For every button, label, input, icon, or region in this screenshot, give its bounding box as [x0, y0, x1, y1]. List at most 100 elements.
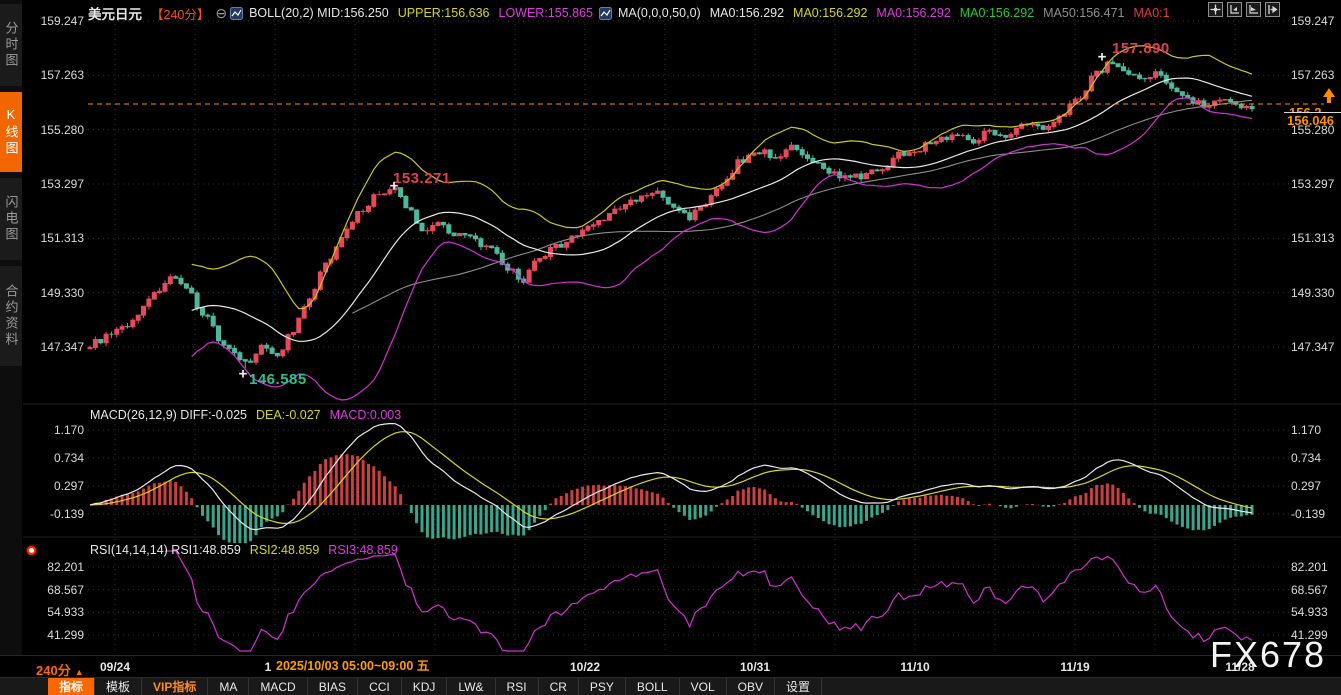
macd-axis-label: 0.297 — [1291, 479, 1341, 493]
header-label: BOLL(20,2) MID:156.250 — [249, 6, 389, 20]
header-label: 【240分】 — [151, 4, 209, 23]
axis-arrow-left-icon — [1229, 4, 1240, 15]
date-axis-label: 10/31 — [740, 660, 770, 674]
toolbar-item-VIP指标[interactable]: VIP指标 — [141, 678, 207, 695]
date-axis: 240分▲ 2025/10/03 05:00~09:00 五 09/241131… — [0, 655, 1341, 678]
swing-price-annotation: 153.271 — [393, 170, 451, 187]
date-axis-label: 11/19 — [1060, 660, 1089, 674]
header-label: MA0:156.292 — [710, 6, 784, 20]
swing-cross-marker: + — [239, 367, 248, 382]
chart-window-buttons — [1208, 2, 1280, 17]
chart-canvas[interactable] — [0, 0, 1341, 695]
move-crosshair-icon — [1210, 4, 1221, 15]
price-axis-label: 159.247 — [28, 14, 84, 28]
header-label: MACD:0.003 — [330, 408, 402, 422]
date-axis-label: 1 — [265, 660, 272, 674]
compress-left-button[interactable] — [1227, 2, 1242, 17]
price-axis-label: 147.347 — [1291, 340, 1341, 354]
rsi-axis-label: 68.567 — [1291, 583, 1341, 597]
header-label: RSI3:48.859 — [328, 543, 398, 557]
sidebar-tab-2[interactable]: K线图 — [0, 92, 22, 172]
toolbar-item-BOLL[interactable]: BOLL — [625, 678, 679, 695]
rsi-axis-label: 54.933 — [1291, 605, 1341, 619]
price-axis-label: 157.263 — [28, 68, 84, 82]
header-label: 美元日元 — [88, 3, 142, 23]
main-indicator-header: 美元日元【240分】 ⊖ BOLL(20,2) MID:156.250 UPPER:1… — [88, 3, 1170, 23]
macd-axis-label: 0.734 — [28, 451, 84, 465]
header-label: MA0:156.292 — [793, 6, 867, 20]
swing-cross-marker: + — [390, 179, 399, 194]
price-axis-label: 149.330 — [1291, 286, 1341, 300]
header-label: DEA:-0.027 — [256, 408, 321, 422]
toolbar-item-设置[interactable]: 设置 — [774, 678, 822, 695]
record-dot-icon — [27, 546, 36, 555]
price-axis-label: 157.263 — [1291, 68, 1341, 82]
candle-date-tooltip: 2025/10/03 05:00~09:00 五 — [272, 657, 433, 676]
toolbar-item-KDJ[interactable]: KDJ — [401, 678, 447, 695]
macd-axis-label: -0.139 — [28, 507, 84, 521]
indicator-chip-icon — [599, 7, 612, 20]
macd-axis-label: 0.297 — [28, 479, 84, 493]
toolbar-item-模板[interactable]: 模板 — [94, 678, 141, 695]
toolbar-item-MA[interactable]: MA — [207, 678, 248, 695]
toolbar-item-LW&[interactable]: LW& — [446, 678, 494, 695]
price-axis-label: 147.347 — [28, 340, 84, 354]
sidebar-tab-4[interactable]: 合约资料 — [0, 266, 22, 366]
toolbar-item-BIAS[interactable]: BIAS — [307, 678, 357, 695]
sidebar: 分时图 K线图闪电图合约资料 — [0, 0, 23, 655]
header-label: MACD(26,12,9) DIFF:-0.025 — [90, 408, 247, 422]
toolbar-item-CCI[interactable]: CCI — [357, 678, 401, 695]
header-label: MA50:156.471 — [1043, 6, 1124, 20]
pan-mode-button[interactable] — [1208, 2, 1223, 17]
header-label: RSI(14,14,14) RSI1:48.859 — [90, 543, 241, 557]
toolbar-item-MACD[interactable]: MACD — [248, 678, 306, 695]
rsi-axis-label: 41.299 — [28, 628, 84, 642]
rsi-axis-label: 68.567 — [28, 583, 84, 597]
rsi-indicator-header: RSI(14,14,14) RSI1:48.859RSI2:48.859RSI3… — [90, 543, 398, 557]
jump-to-end-icon — [1267, 4, 1278, 15]
swing-price-annotation: 146.585 — [249, 371, 307, 388]
header-label: MA0:1 — [1133, 6, 1169, 20]
header-label: UPPER:156.636 — [398, 6, 490, 20]
macd-indicator-header: MACD(26,12,9) DIFF:-0.025 DEA:-0.027 MACD:… — [90, 408, 401, 422]
macd-axis-label: -0.139 — [1291, 507, 1341, 521]
macd-axis-label: 0.734 — [1291, 451, 1341, 465]
rsi-axis-label: 82.201 — [28, 560, 84, 574]
header-label: MA0:156.292 — [876, 6, 950, 20]
period-dropdown-arrow-icon: ▲ — [75, 667, 84, 677]
header-label: MA(0,0,0,50,0) — [618, 6, 701, 20]
macd-axis-label: 1.170 — [28, 423, 84, 437]
toolbar-item-OBV[interactable]: OBV — [726, 678, 774, 695]
date-axis-label: 10/22 — [570, 660, 600, 674]
trading-terminal: 分时图 K线图闪电图合约资料 美元日元【240分】 ⊖ BOLL(20,2) MID:… — [0, 0, 1341, 695]
toolbar-item-RSI[interactable]: RSI — [495, 678, 538, 695]
watermark: FX678 — [1210, 634, 1326, 676]
rsi-axis-label: 82.201 — [1291, 560, 1341, 574]
indicator-toolbar: 指标模板VIP指标MAMACDBIASCCIKDJLW&RSICRPSYBOLL… — [0, 677, 1341, 695]
sidebar-tab-3[interactable]: 闪电图 — [0, 178, 22, 260]
collapse-minus-icon: ⊖ — [215, 5, 227, 22]
price-axis-label: 155.280 — [1291, 123, 1341, 137]
toolbar-item-CR[interactable]: CR — [538, 678, 578, 695]
price-axis-label: 151.313 — [28, 231, 84, 245]
price-axis-label: 151.313 — [1291, 231, 1341, 245]
compress-right-button[interactable] — [1246, 2, 1261, 17]
axis-arrow-right-icon — [1248, 4, 1259, 15]
date-axis-label: 11/10 — [900, 660, 929, 674]
toolbar-item-VOL[interactable]: VOL — [679, 678, 726, 695]
price-axis-label: 153.297 — [1291, 177, 1341, 191]
goto-latest-button[interactable] — [1265, 2, 1280, 17]
toolbar-item-PSY[interactable]: PSY — [578, 678, 625, 695]
price-axis-label: 155.280 — [28, 123, 84, 137]
rsi-axis-label: 54.933 — [28, 605, 84, 619]
macd-axis-label: 1.170 — [1291, 423, 1341, 437]
price-axis-label: 153.297 — [28, 177, 84, 191]
swing-price-annotation: 157.890 — [1112, 40, 1170, 57]
indicator-chip-icon — [230, 7, 243, 20]
price-axis-label: 159.247 — [1291, 14, 1341, 28]
price-axis-label: 149.330 — [28, 286, 84, 300]
toolbar-item-指标[interactable]: 指标 — [48, 678, 94, 695]
swing-cross-marker: + — [1098, 50, 1107, 65]
date-axis-label: 09/24 — [100, 660, 130, 674]
sidebar-tab-1[interactable]: 分时图 — [0, 4, 22, 86]
